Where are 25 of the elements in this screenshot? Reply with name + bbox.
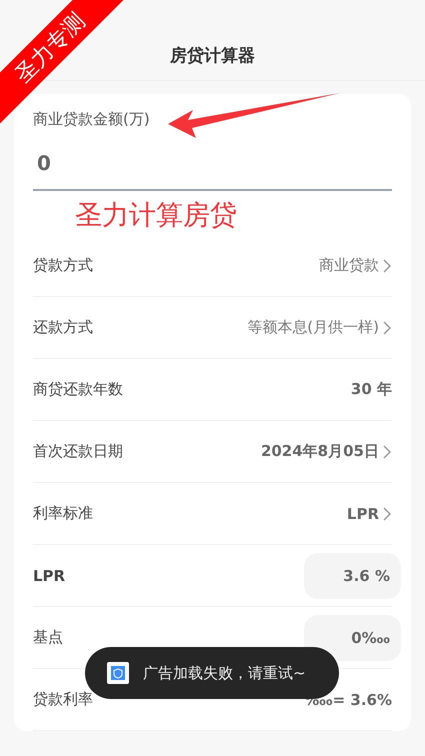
value-text: 30 年 (350, 380, 392, 399)
value-text: 商业贷款 (319, 256, 379, 275)
row-label: 首次还款日期 (33, 442, 123, 461)
chevron-right-icon (383, 444, 392, 458)
row-label: 贷款方式 (33, 256, 93, 275)
input-field[interactable]: 0‱ (304, 614, 401, 660)
field-label: 商业贷款金额(万) (33, 110, 150, 129)
annotation-text: 圣力计算房贷 (74, 199, 238, 233)
chevron-right-icon (383, 320, 392, 334)
page-title: 房贷计算器 (170, 44, 255, 66)
row-label: 利率标准 (33, 504, 93, 523)
select-value[interactable]: 商业贷款 (319, 256, 392, 275)
row-label: 还款方式 (33, 318, 93, 337)
row-label: 商贷还款年数 (33, 380, 123, 399)
select-value[interactable]: LPR (346, 504, 392, 522)
input-field[interactable]: 3.6 % (304, 552, 401, 598)
row-label: 贷款利率 (33, 690, 93, 709)
row-label: LPR (33, 566, 66, 584)
shield-icon (107, 662, 129, 684)
chevron-right-icon (383, 258, 392, 272)
ribbon-text: 圣力专测 (9, 7, 92, 90)
row-label: 基点 (33, 628, 63, 647)
chevron-right-icon (383, 506, 392, 520)
toast-text: 广告加载失败，请重试~ (143, 664, 306, 682)
value-text: LPR (346, 504, 379, 522)
